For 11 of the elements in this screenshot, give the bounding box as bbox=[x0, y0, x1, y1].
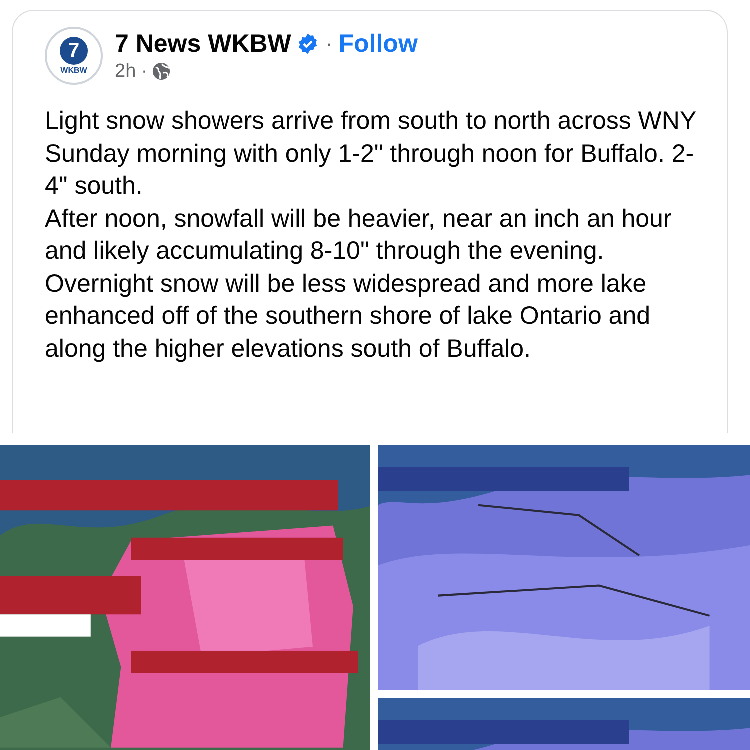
post-time: 2h · bbox=[115, 60, 148, 82]
avatar[interactable]: 7 WKBW bbox=[45, 27, 103, 85]
post-text: Overnight snow will be less widespread and more lake enhanced off of the southern shore of lake Ontario and along the higher elevations south of Buffalo. bbox=[45, 268, 652, 364]
separator: · bbox=[325, 31, 333, 57]
post-text: Light snow showers arrive from south to north across WNY Sunday morning with only 1-2" through noon for Buffalo. 2-4" south. bbox=[45, 106, 698, 202]
follow-link[interactable]: Follow bbox=[338, 30, 418, 58]
logo-numeral: 7 bbox=[60, 37, 88, 65]
author-name[interactable]: 7 News WKBW bbox=[115, 30, 292, 58]
post-text: After noon, snowfall will be heavier, near an inch an hour and likely accumulating 8-10" through the evening. bbox=[45, 204, 673, 267]
logo-label: WKBW bbox=[60, 66, 88, 75]
globe-icon bbox=[152, 62, 171, 81]
